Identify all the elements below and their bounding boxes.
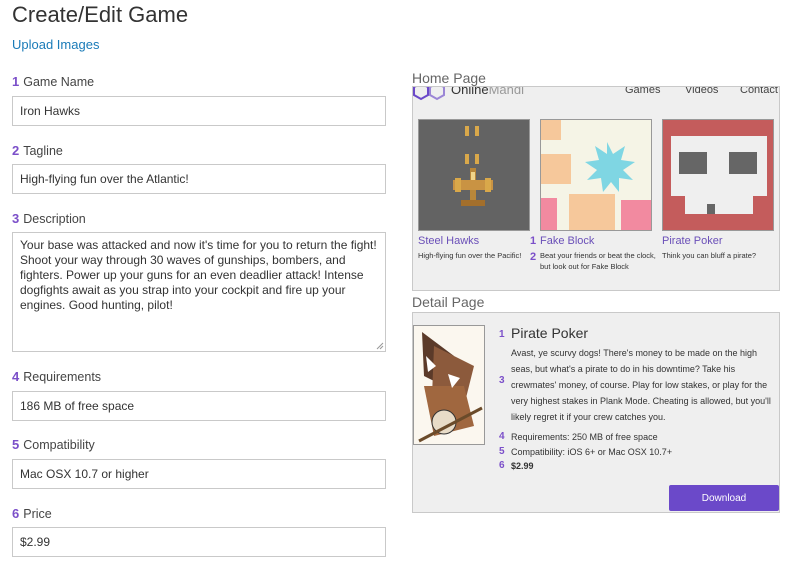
pirate-card-icon: [414, 326, 484, 444]
home-page-title: Home Page: [412, 70, 486, 86]
nav-contact[interactable]: Contact: [740, 87, 778, 96]
compatibility-label: 5 Compatibility: [12, 437, 95, 452]
step-number: 6: [12, 506, 20, 521]
compatibility-field[interactable]: [12, 459, 386, 489]
step-number: 1: [12, 74, 20, 89]
logo-hexagons-icon: [413, 87, 445, 101]
game-name-field[interactable]: [12, 96, 386, 126]
price-label-text: Price: [23, 507, 52, 521]
step-number: 5: [12, 437, 20, 452]
resize-grip-icon[interactable]: [376, 342, 384, 350]
card-tagline: High-flying fun over the Pacific!: [418, 251, 522, 260]
step-number: 3: [499, 375, 505, 386]
description-label: 3 Description: [12, 211, 86, 226]
step-number: 2: [530, 251, 537, 263]
brand-sub: Mandi: [488, 86, 524, 97]
fake-block-thumbnail: [540, 119, 652, 231]
nav-games[interactable]: Games: [625, 87, 660, 96]
step-number: 5: [499, 446, 505, 457]
step-number: 1: [499, 329, 505, 340]
price-field[interactable]: [12, 527, 386, 557]
game-card[interactable]: 1 Fake Block 2 Beat your friends or beat t…: [530, 119, 656, 271]
brand-main: Online: [451, 86, 489, 97]
card-title: 1 Fake Block: [530, 235, 595, 247]
download-button[interactable]: Download: [669, 485, 779, 511]
steel-hawks-thumbnail: [418, 119, 530, 231]
requirements-field[interactable]: [12, 391, 386, 421]
description-field[interactable]: Your base was attacked and now it's time…: [12, 232, 386, 352]
step-number: 2: [12, 143, 20, 158]
detail-page-title: Detail Page: [412, 294, 485, 310]
game-card[interactable]: Pirate Poker Think you can bluff a pirat…: [662, 119, 774, 260]
requirements-label: 4 Requirements: [12, 369, 101, 384]
detail-price: $2.99: [511, 461, 534, 471]
card-title: Pirate Poker: [662, 235, 723, 247]
tagline-field[interactable]: [12, 164, 386, 194]
step-number: 1: [530, 235, 537, 247]
pirate-poker-cover-image: [413, 325, 485, 445]
card-title: Steel Hawks: [418, 235, 480, 247]
description-label-text: Description: [23, 212, 86, 226]
step-number: 6: [499, 460, 505, 471]
blocks-icon: [541, 120, 651, 230]
game-card[interactable]: Steel Hawks High-flying fun over the Pac…: [418, 119, 530, 260]
detail-page-preview: 1 Pirate Poker 3 Avast, ye scurvy dogs! …: [412, 312, 780, 513]
step-number: 4: [499, 431, 505, 442]
step-number: 3: [12, 211, 20, 226]
step-number: 4: [12, 369, 20, 384]
requirements-label-text: Requirements: [23, 370, 102, 384]
game-name-label-text: Game Name: [23, 75, 95, 89]
tagline-label: 2 Tagline: [12, 143, 63, 158]
detail-description: Avast, ye scurvy dogs! There's money to …: [511, 348, 771, 422]
compatibility-label-text: Compatibility: [23, 438, 95, 452]
card-tagline: Think you can bluff a pirate?: [662, 251, 757, 260]
detail-compatibility: Compatibility: iOS 6+ or Mac OSX 10.7+: [511, 447, 673, 457]
skull-icon: [671, 136, 767, 214]
nav-videos[interactable]: Videos: [685, 87, 718, 96]
price-label: 6 Price: [12, 506, 52, 521]
card-title-text: Fake Block: [540, 235, 595, 247]
tagline-label-text: Tagline: [23, 144, 63, 158]
home-page-preview: OnlineMandi Games Videos Contact Steel H…: [412, 86, 780, 291]
upload-images-link[interactable]: Upload Images: [12, 37, 99, 52]
preview-navbar: OnlineMandi Games Videos Contact: [413, 86, 779, 101]
pirate-poker-thumbnail: [662, 119, 774, 231]
brand-logo: OnlineMandi: [451, 86, 524, 97]
page-title: Create/Edit Game: [12, 2, 189, 27]
card-tagline-text: Beat your friends or beat the clock, but…: [540, 251, 656, 271]
plane-icon: [453, 126, 493, 206]
game-name-label: 1 Game Name: [12, 74, 94, 89]
card-tagline: 2 Beat your friends or beat the clock, bu…: [530, 250, 664, 272]
detail-title: Pirate Poker: [511, 325, 589, 341]
detail-requirements: Requirements: 250 MB of free space: [511, 432, 658, 442]
